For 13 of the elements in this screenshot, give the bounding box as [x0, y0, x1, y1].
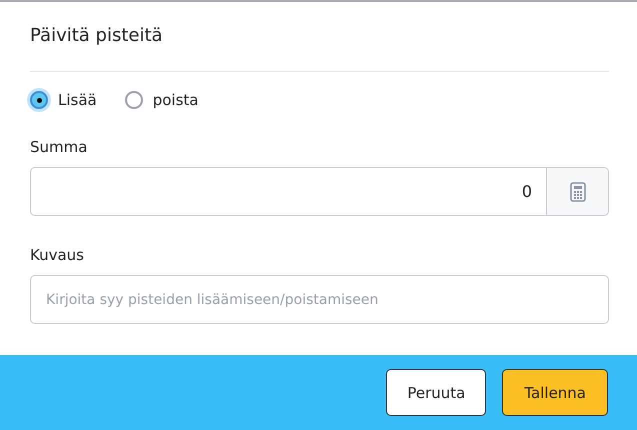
field-label: Summa	[30, 138, 88, 156]
field-label: Kuvaus	[30, 246, 85, 264]
description-field[interactable]: Kirjoita syy pisteiden lisäämiseen/poistamiseen	[30, 275, 609, 324]
save-button[interactable]: Tallenna	[502, 369, 608, 416]
radio-option[interactable]: Lisää	[30, 91, 97, 109]
calculator-icon	[570, 182, 586, 202]
cancel-button[interactable]: Peruuta	[386, 369, 486, 416]
radio-button[interactable]	[124, 91, 143, 109]
radio-button[interactable]	[30, 91, 48, 109]
radio-option[interactable]: poista	[124, 91, 198, 109]
dialog-title: Päivitä pisteitä	[30, 25, 164, 48]
amount-field[interactable]: 0	[30, 167, 547, 216]
calculator-button[interactable]	[547, 167, 609, 216]
